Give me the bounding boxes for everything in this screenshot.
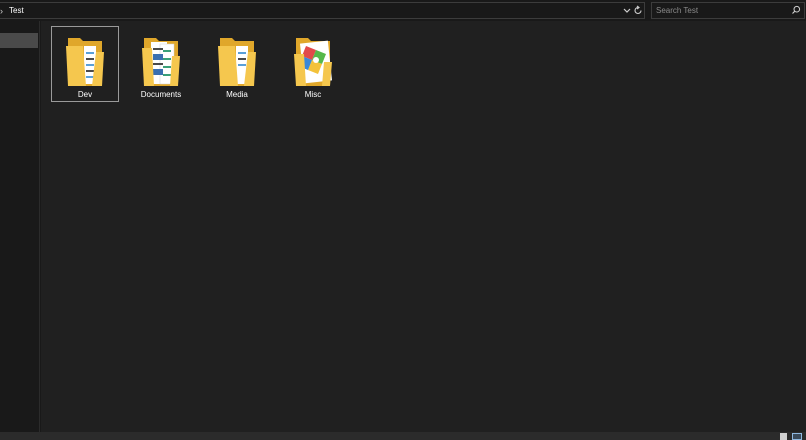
item-label: Media <box>226 90 248 99</box>
address-row: › Test <box>0 0 806 21</box>
search-box[interactable] <box>651 2 805 19</box>
nav-item-selected[interactable] <box>0 33 38 48</box>
navigation-pane[interactable] <box>0 21 40 432</box>
folder-item-dev[interactable]: Dev <box>51 26 119 102</box>
folder-item-documents[interactable]: Documents <box>127 26 195 102</box>
file-explorer-window: › Test Search Test Dev Documents Media M… <box>0 0 806 440</box>
folder-misc-icon <box>294 38 333 86</box>
address-bar[interactable]: › Test <box>0 2 645 19</box>
folder-icon <box>218 38 256 86</box>
item-label: Documents <box>140 90 182 99</box>
item-label: Dev <box>77 90 93 99</box>
content-pane[interactable]: Dev Documents Media Misc <box>41 21 806 432</box>
search-icon[interactable] <box>791 5 801 15</box>
item-label: Misc <box>304 90 322 99</box>
details-view-icon[interactable] <box>780 433 787 440</box>
breadcrumb-item-test[interactable]: Test <box>9 3 24 18</box>
refresh-icon[interactable] <box>633 4 643 17</box>
folder-icon <box>66 38 104 86</box>
status-bar <box>0 432 806 440</box>
search-input[interactable] <box>656 3 786 18</box>
folder-item-media[interactable]: Media <box>203 26 271 102</box>
large-icons-view-icon[interactable] <box>792 433 802 440</box>
folder-item-misc[interactable]: Misc <box>279 26 347 102</box>
chevron-down-icon[interactable] <box>622 5 632 16</box>
breadcrumb-chevron-icon[interactable]: › <box>0 4 6 18</box>
folder-documents-icon <box>142 38 180 86</box>
